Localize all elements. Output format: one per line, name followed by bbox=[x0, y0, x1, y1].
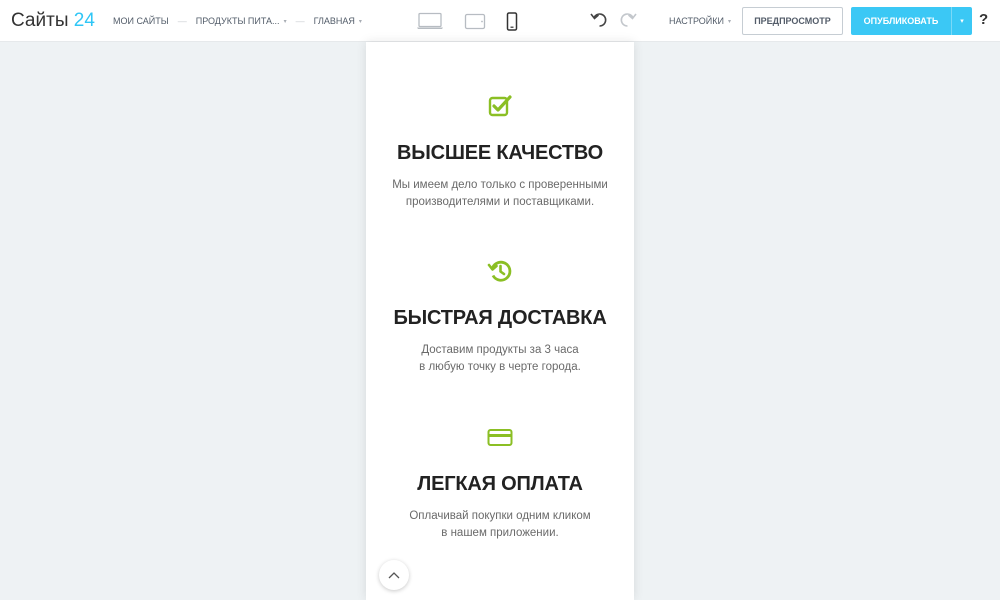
undo-button[interactable] bbox=[590, 11, 608, 29]
breadcrumb-page[interactable]: ГЛАВНАЯ ▾ bbox=[314, 16, 362, 26]
top-toolbar: Сайты 24 МОИ САЙТЫ — ПРОДУКТЫ ПИТА... ▾ … bbox=[0, 0, 1000, 42]
publish-button[interactable]: ОПУБЛИКОВАТЬ bbox=[851, 7, 951, 35]
credit-card-icon bbox=[487, 429, 513, 446]
breadcrumb-label: МОИ САЙТЫ bbox=[113, 16, 169, 26]
preview-button[interactable]: ПРЕДПРОСМОТР bbox=[742, 7, 843, 35]
chevron-down-icon: ▾ bbox=[728, 18, 732, 25]
breadcrumb-site[interactable]: ПРОДУКТЫ ПИТА... ▾ bbox=[196, 16, 287, 26]
logo-number: 24 bbox=[73, 10, 95, 31]
chevron-down-icon: ▾ bbox=[283, 18, 287, 25]
undo-icon bbox=[590, 13, 607, 27]
breadcrumb-separator: — bbox=[177, 16, 187, 26]
desktop-view-button[interactable] bbox=[416, 12, 444, 30]
feature-block[interactable]: ВЫСШЕЕ КАЧЕСТВО Мы имеем дело только с п… bbox=[366, 94, 634, 211]
mobile-preview-frame: ВЫСШЕЕ КАЧЕСТВО Мы имеем дело только с п… bbox=[366, 42, 634, 600]
logo-text: Сайты bbox=[11, 10, 69, 31]
publish-dropdown-button[interactable]: ▾ bbox=[951, 7, 972, 35]
settings-menu[interactable]: НАСТРОЙКИ ▾ bbox=[669, 0, 731, 42]
feature-title: ВЫСШЕЕ КАЧЕСТВО bbox=[397, 142, 603, 164]
check-square-icon bbox=[488, 95, 512, 117]
feature-title: ЛЕГКАЯ ОПЛАТА bbox=[417, 473, 583, 495]
feature-title: БЫСТРАЯ ДОСТАВКА bbox=[393, 307, 607, 329]
breadcrumb-label: ПРОДУКТЫ ПИТА... bbox=[195, 16, 280, 26]
settings-label: НАСТРОЙКИ bbox=[669, 16, 724, 26]
chevron-up-icon bbox=[388, 572, 400, 579]
breadcrumb-label: ГЛАВНАЯ bbox=[313, 16, 355, 26]
laptop-icon bbox=[417, 12, 443, 29]
logo[interactable]: Сайты 24 bbox=[11, 10, 95, 32]
redo-icon bbox=[620, 13, 637, 27]
phone-icon bbox=[506, 11, 518, 31]
breadcrumb-separator: — bbox=[295, 16, 305, 26]
help-button[interactable]: ? bbox=[979, 11, 988, 28]
feature-block[interactable]: БЫСТРАЯ ДОСТАВКА Доставим продукты за 3 … bbox=[366, 259, 634, 376]
scroll-to-top-button[interactable] bbox=[379, 560, 409, 590]
feature-description: Оплачивай покупки одним кликом в нашем п… bbox=[366, 508, 634, 542]
chevron-down-icon: ▾ bbox=[358, 18, 362, 25]
feature-description-line: Доставим продукты за 3 часа bbox=[421, 344, 579, 356]
feature-description-line: производителями и поставщиками. bbox=[405, 196, 595, 208]
feature-description-line: в нашем приложении. bbox=[441, 527, 559, 539]
tablet-icon bbox=[464, 13, 486, 29]
history-clock-icon bbox=[487, 260, 512, 282]
feature-description: Доставим продукты за 3 часа в любую точк… bbox=[366, 342, 634, 376]
chevron-down-icon: ▾ bbox=[960, 18, 964, 25]
feature-block[interactable]: ЛЕГКАЯ ОПЛАТА Оплачивай покупки одним кл… bbox=[366, 425, 634, 542]
redo-button[interactable] bbox=[619, 11, 637, 29]
device-switcher bbox=[416, 10, 518, 32]
feature-description-line: Мы имеем дело только с проверенными bbox=[392, 179, 608, 191]
breadcrumb: МОИ САЙТЫ — ПРОДУКТЫ ПИТА... ▾ — ГЛАВНАЯ… bbox=[113, 0, 362, 42]
breadcrumb-my-sites[interactable]: МОИ САЙТЫ bbox=[113, 16, 169, 26]
feature-description: Мы имеем дело только с проверенными прои… bbox=[366, 177, 634, 211]
mobile-view-button[interactable] bbox=[506, 11, 518, 31]
tablet-view-button[interactable] bbox=[464, 13, 486, 30]
feature-description-line: в любую точку в черте города. bbox=[419, 361, 581, 373]
feature-description-line: Оплачивай покупки одним кликом bbox=[409, 510, 591, 522]
